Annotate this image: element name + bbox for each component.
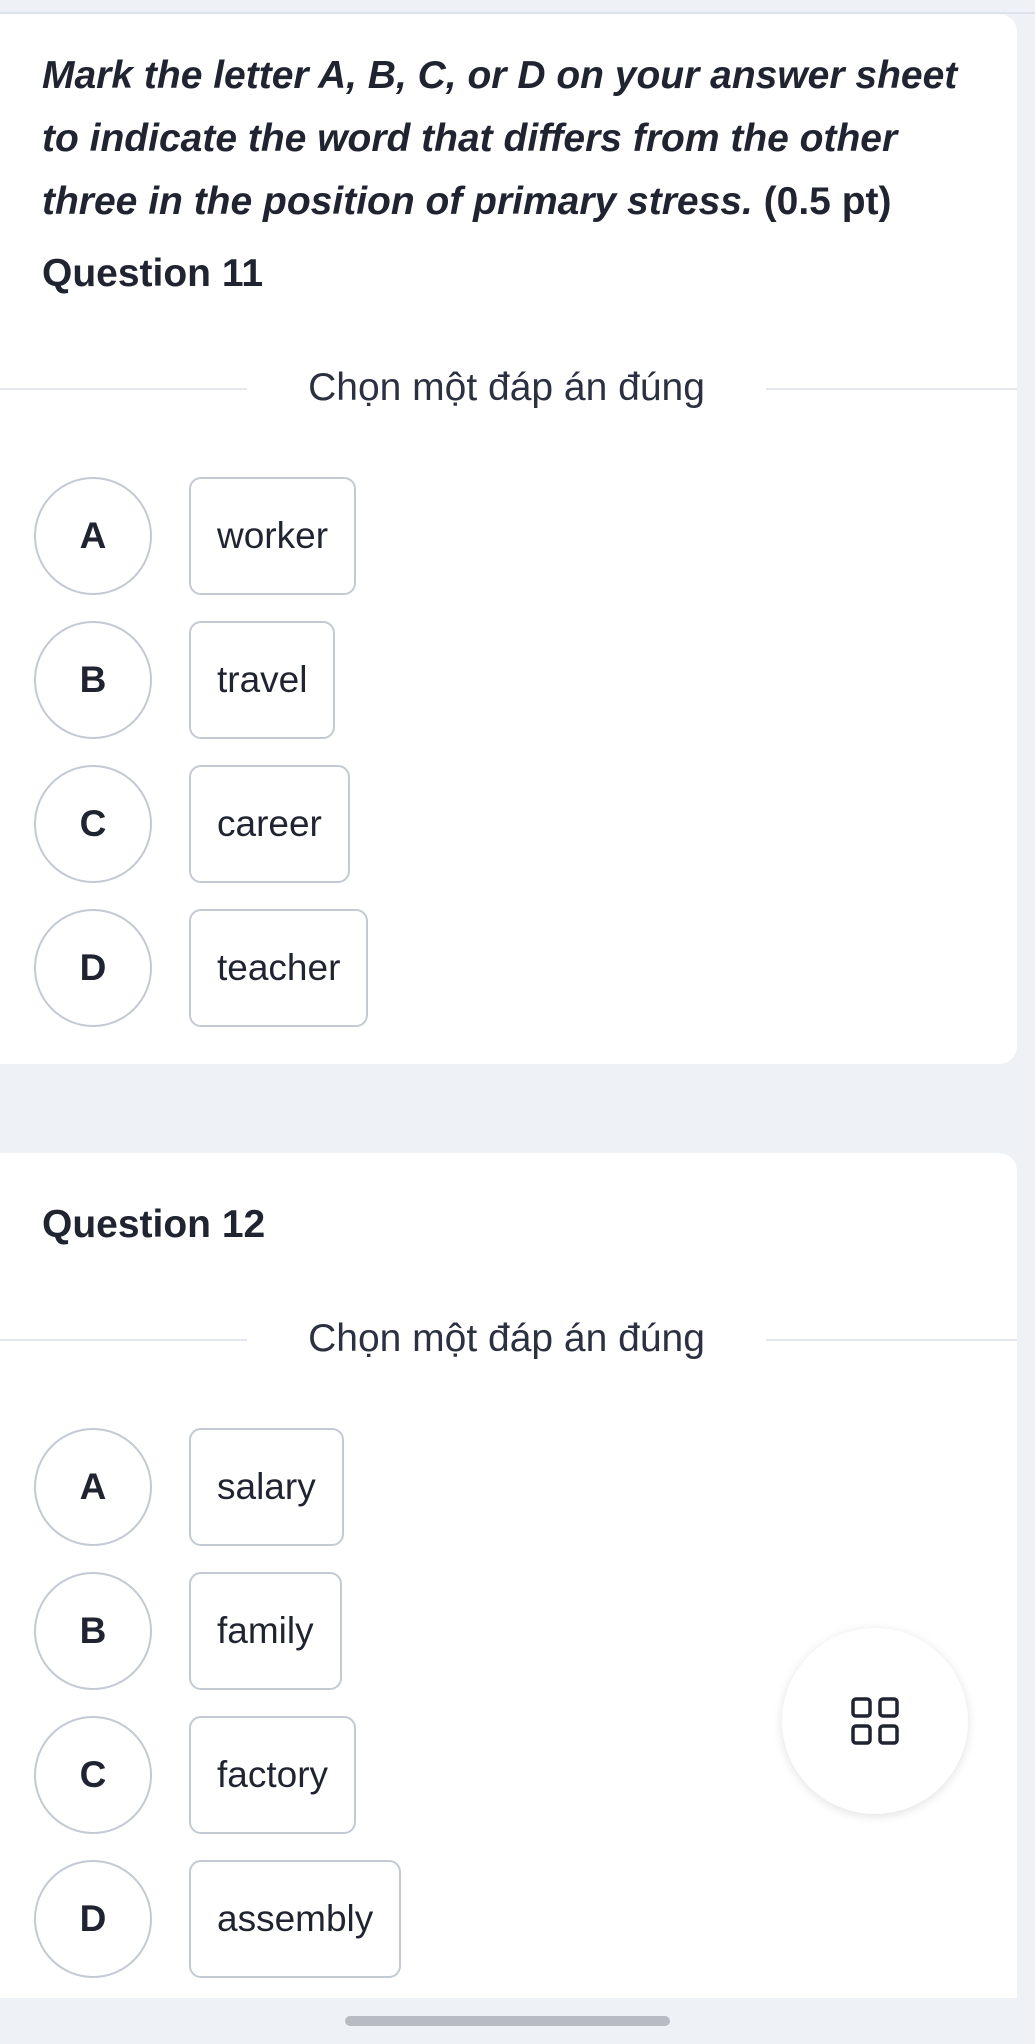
- option-answer[interactable]: career: [189, 765, 350, 883]
- instruction-text: Mark the letter A, B, C, or D on your an…: [42, 44, 982, 233]
- home-indicator[interactable]: [345, 2016, 670, 2026]
- option-answer[interactable]: factory: [189, 1716, 357, 1834]
- option-answer[interactable]: teacher: [189, 909, 369, 1027]
- divider-line-left: [0, 388, 247, 390]
- question-card-12: Question 12 Chọn một đáp án đúng A salar…: [0, 1153, 1017, 1998]
- prompt-divider: Chọn một đáp án đúng: [0, 1314, 1017, 1364]
- option-answer[interactable]: assembly: [189, 1860, 402, 1978]
- divider-line-right: [766, 388, 1017, 390]
- option-letter[interactable]: C: [34, 765, 152, 883]
- prompt-label: Chọn một đáp án đúng: [308, 366, 705, 409]
- prompt-divider: Chọn một đáp án đúng: [0, 363, 1017, 413]
- grid-icon: [851, 1697, 899, 1745]
- question-title: Question 11: [42, 252, 264, 295]
- option-letter[interactable]: B: [34, 1572, 152, 1690]
- option-answer[interactable]: travel: [189, 621, 336, 739]
- question-grid-button[interactable]: [782, 1628, 968, 1814]
- option-letter[interactable]: C: [34, 1716, 152, 1834]
- option-answer[interactable]: family: [189, 1572, 342, 1690]
- option-letter[interactable]: B: [34, 621, 152, 739]
- option-letter[interactable]: A: [34, 477, 152, 595]
- instruction-points: (0.5 pt): [763, 180, 892, 223]
- divider-line-left: [0, 1339, 247, 1341]
- prompt-label: Chọn một đáp án đúng: [308, 1317, 705, 1360]
- question-card-11: Mark the letter A, B, C, or D on your an…: [0, 14, 1017, 1064]
- question-title: Question 12: [42, 1203, 266, 1246]
- option-letter[interactable]: D: [34, 909, 152, 1027]
- option-answer[interactable]: worker: [189, 477, 357, 595]
- option-letter[interactable]: D: [34, 1860, 152, 1978]
- option-answer[interactable]: salary: [189, 1428, 344, 1546]
- option-letter[interactable]: A: [34, 1428, 152, 1546]
- divider-line-right: [766, 1339, 1017, 1341]
